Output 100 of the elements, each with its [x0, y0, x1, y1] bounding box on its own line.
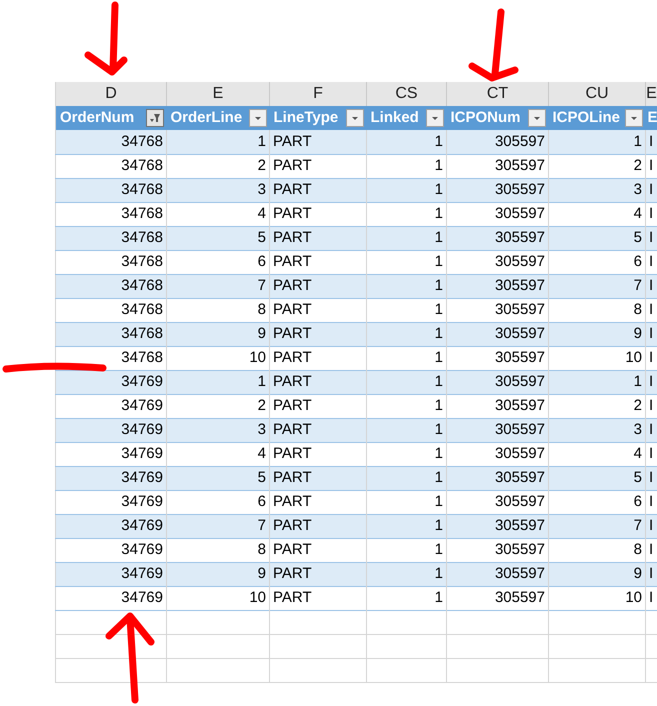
table-cell: 305597: [494, 228, 545, 246]
table-cell: 34769: [121, 468, 163, 486]
table-cell: 305597: [494, 156, 545, 174]
table-cell: I: [649, 564, 654, 582]
table-cell: PART: [273, 348, 312, 366]
table-cell: 34769: [121, 516, 163, 534]
table-cell: I: [649, 372, 654, 390]
table-cell: 2: [634, 396, 642, 414]
table-cell: 1: [434, 468, 443, 486]
table-header: OrderLine: [170, 108, 242, 128]
table-cell: 305597: [494, 324, 545, 342]
table-cell: 305597: [494, 420, 545, 438]
table-header: OrderNum: [60, 108, 134, 128]
table-cell: 305597: [494, 276, 545, 294]
table-cell: I: [649, 468, 654, 486]
table-cell: 305597: [494, 180, 545, 198]
table-cell: PART: [273, 588, 312, 606]
table-cell: 3: [258, 420, 266, 438]
table-cell: PART: [273, 204, 312, 222]
table-cell: 2: [258, 156, 266, 174]
table-cell: 1: [434, 540, 443, 558]
table-cell: 5: [634, 228, 642, 246]
table-cell: I: [649, 516, 654, 534]
table-cell: 1: [434, 228, 443, 246]
table-cell: PART: [273, 492, 312, 510]
table-cell: 34768: [121, 180, 163, 198]
table-cell: I: [649, 444, 654, 462]
table-cell: I: [649, 300, 654, 318]
table-cell: I: [649, 324, 654, 342]
table-cell: 2: [634, 156, 642, 174]
table-cell: 4: [258, 444, 266, 462]
table-cell: 5: [258, 228, 266, 246]
table-cell: 1: [434, 420, 443, 438]
table-cell: 9: [634, 324, 642, 342]
table-cell: 1: [634, 132, 642, 150]
table-cell: 305597: [494, 492, 545, 510]
table-cell: 34768: [121, 348, 163, 366]
table-cell: 9: [634, 564, 642, 582]
table-cell: 1: [434, 372, 443, 390]
dropdown-button[interactable]: [624, 109, 642, 127]
table-cell: 1: [434, 348, 443, 366]
table-cell: 8: [634, 540, 642, 558]
table-cell: 9: [258, 564, 266, 582]
table-cell: 305597: [494, 468, 545, 486]
table-cell: PART: [273, 540, 312, 558]
table-cell: 34769: [121, 444, 163, 462]
table-cell: PART: [273, 324, 312, 342]
table-cell: 1: [434, 180, 443, 198]
dropdown-button[interactable]: [426, 109, 444, 127]
table-cell: PART: [273, 180, 312, 198]
table-cell: 7: [634, 516, 642, 534]
table-cell: 305597: [494, 204, 545, 222]
table-cell: PART: [273, 132, 312, 150]
filter-button[interactable]: [146, 109, 164, 127]
table-cell: 6: [634, 492, 642, 510]
table-cell: 4: [258, 204, 266, 222]
dropdown-button[interactable]: [528, 109, 546, 127]
table-cell: PART: [273, 564, 312, 582]
table-cell: 7: [258, 276, 266, 294]
table-header: LineType: [274, 108, 338, 128]
table-cell: PART: [273, 228, 312, 246]
table-cell: I: [649, 276, 654, 294]
table-cell: 5: [634, 468, 642, 486]
table-cell: 4: [634, 204, 642, 222]
dropdown-button[interactable]: [346, 109, 364, 127]
table-cell: 305597: [494, 516, 545, 534]
table-cell: I: [649, 540, 654, 558]
table-cell: PART: [273, 468, 312, 486]
table-cell: 305597: [494, 540, 545, 558]
table-cell: 34768: [121, 276, 163, 294]
table-cell: 1: [258, 372, 266, 390]
table-header: ICPONum: [450, 108, 521, 128]
table-cell: 34768: [121, 204, 163, 222]
table-cell: 1: [434, 132, 443, 150]
dropdown-button[interactable]: [248, 109, 266, 127]
table-cell: PART: [273, 252, 312, 270]
table-cell: 3: [634, 420, 642, 438]
table-cell: 305597: [494, 372, 545, 390]
table-cell: 8: [258, 540, 266, 558]
table-cell: I: [649, 588, 654, 606]
table-cell: 305597: [494, 348, 545, 366]
table-cell: 3: [634, 180, 642, 198]
table-cell: 7: [258, 516, 266, 534]
table-cell: 34769: [121, 588, 163, 606]
table-cell: PART: [273, 276, 312, 294]
table-cell: 305597: [494, 252, 545, 270]
table-header: Linked: [370, 108, 419, 128]
table-cell: 305597: [494, 132, 545, 150]
table-cell: 305597: [494, 396, 545, 414]
table-cell: 6: [634, 252, 642, 270]
table-cell: 9: [258, 324, 266, 342]
table-cell: 2: [258, 396, 266, 414]
table-cell: 1: [434, 444, 443, 462]
table-cell: 34768: [121, 324, 163, 342]
table-cell: 6: [258, 492, 266, 510]
table-cell: 1: [434, 156, 443, 174]
table-cell: 1: [434, 324, 443, 342]
table-cell: 7: [634, 276, 642, 294]
table-cell: 34769: [121, 420, 163, 438]
table-cell: I: [649, 204, 654, 222]
